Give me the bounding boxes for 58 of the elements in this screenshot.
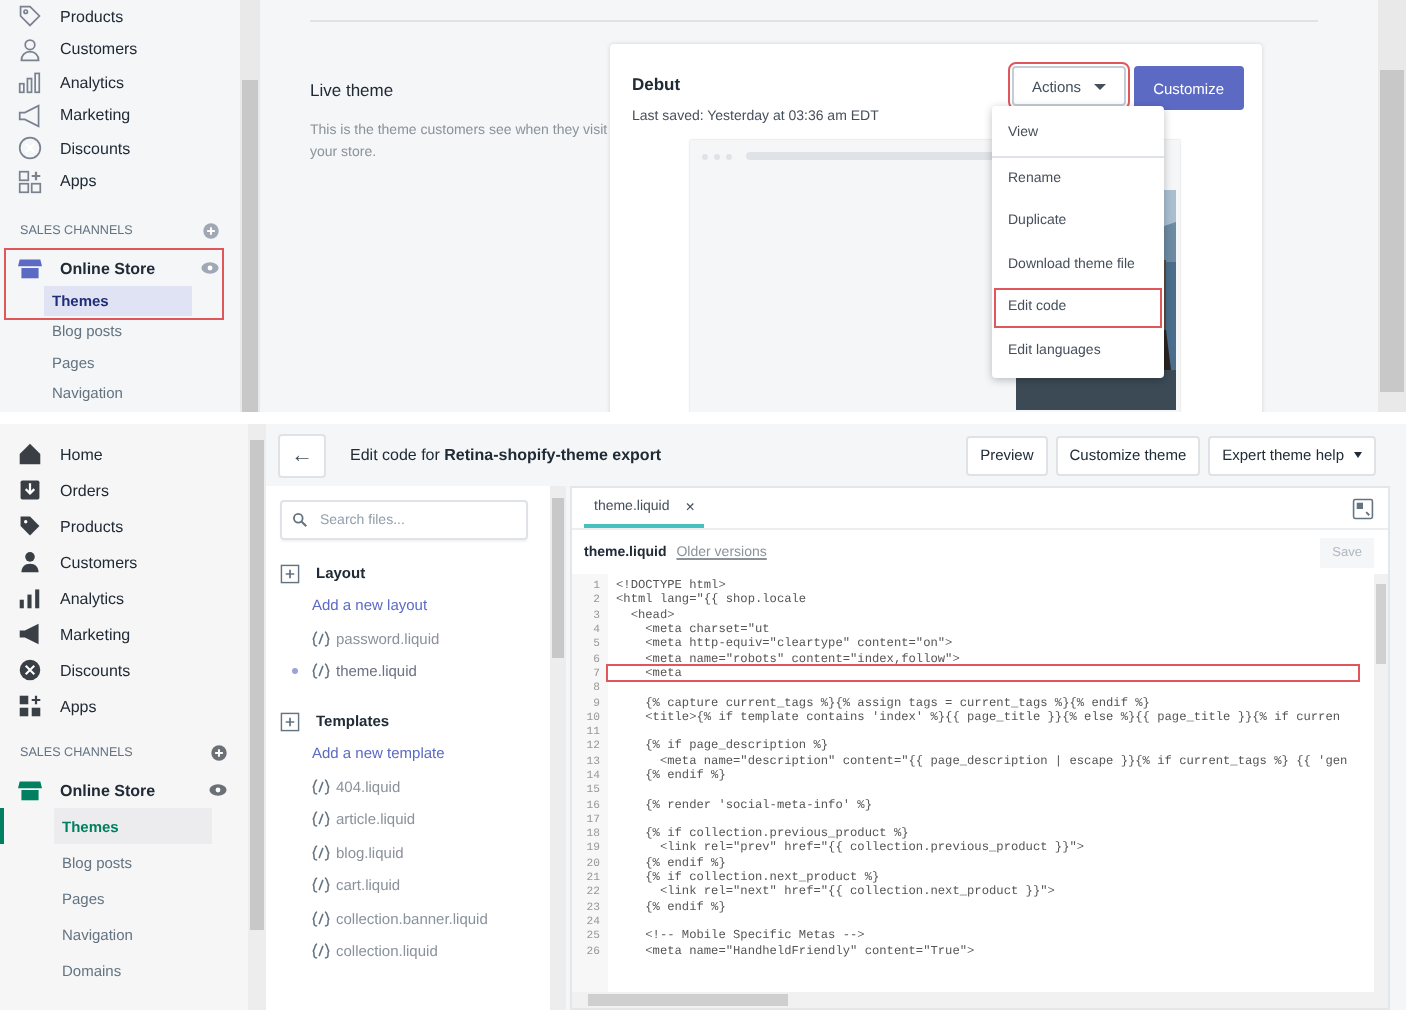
bar-chart-icon [18,70,42,95]
store-icon [18,778,42,802]
code-file-icon [312,810,330,829]
code-file-icon [312,843,330,862]
scrollbar[interactable] [248,424,266,1010]
code-file-icon [312,662,330,681]
eye-icon [208,780,228,800]
nav-item[interactable]: Home [60,445,103,463]
nav-item[interactable]: Customers [60,40,138,59]
bar-chart-icon [18,586,42,610]
theme-name: Debut [632,74,683,94]
scrollbar[interactable] [572,992,1388,1008]
section-heading: Live theme [310,80,396,100]
nav-item[interactable]: Marketing [60,625,131,643]
nav-item[interactable]: Discounts [60,661,131,679]
folder-icon [280,711,300,731]
nav-item[interactable]: Marketing [60,106,131,125]
nav-item[interactable]: Discounts [60,139,131,158]
nav-item[interactable]: Orders [60,481,109,499]
code-file-icon [312,909,330,928]
fullscreen-icon [1352,497,1374,519]
scrollbar[interactable] [1374,574,1388,992]
nav-item[interactable]: Products [60,517,124,535]
badge-icon [18,658,42,682]
code-file-icon [312,777,330,796]
nav-item[interactable]: Products [60,7,124,26]
tag-icon [18,514,42,538]
back-button[interactable]: ← [278,433,326,477]
grid-icon [18,694,42,718]
nav-item[interactable]: Apps [60,172,97,191]
store-icon [18,256,42,281]
megaphone-icon [18,622,42,646]
megaphone-icon [18,103,42,128]
close-icon[interactable]: × [685,497,695,515]
add-channel-icon [202,222,220,240]
code-file-icon [312,629,330,648]
code-file-icon [312,876,330,895]
scrollbar[interactable] [550,486,566,1010]
badge-icon [18,136,42,161]
nav-item[interactable]: Analytics [60,73,125,92]
code-file-icon [312,942,330,961]
person-icon [18,550,42,574]
add-channel-icon [210,743,228,761]
channel-item[interactable]: Online Store [60,781,190,799]
nav-item[interactable]: Customers [60,553,138,571]
nav-item[interactable]: Apps [60,697,97,715]
search-icon [292,512,308,528]
nav-item[interactable]: Analytics [60,589,125,607]
person-icon [18,37,42,62]
grid-icon [18,169,42,194]
eye-icon [200,258,220,279]
scrollbar[interactable] [240,0,260,412]
house-icon [18,442,42,466]
channel-item[interactable]: Online Store [60,259,182,278]
folder-icon [280,563,300,583]
inbox-icon [18,478,42,502]
page-title: Edit code for Retina-shopify-theme export [350,446,664,464]
scrollbar[interactable] [1378,0,1406,412]
